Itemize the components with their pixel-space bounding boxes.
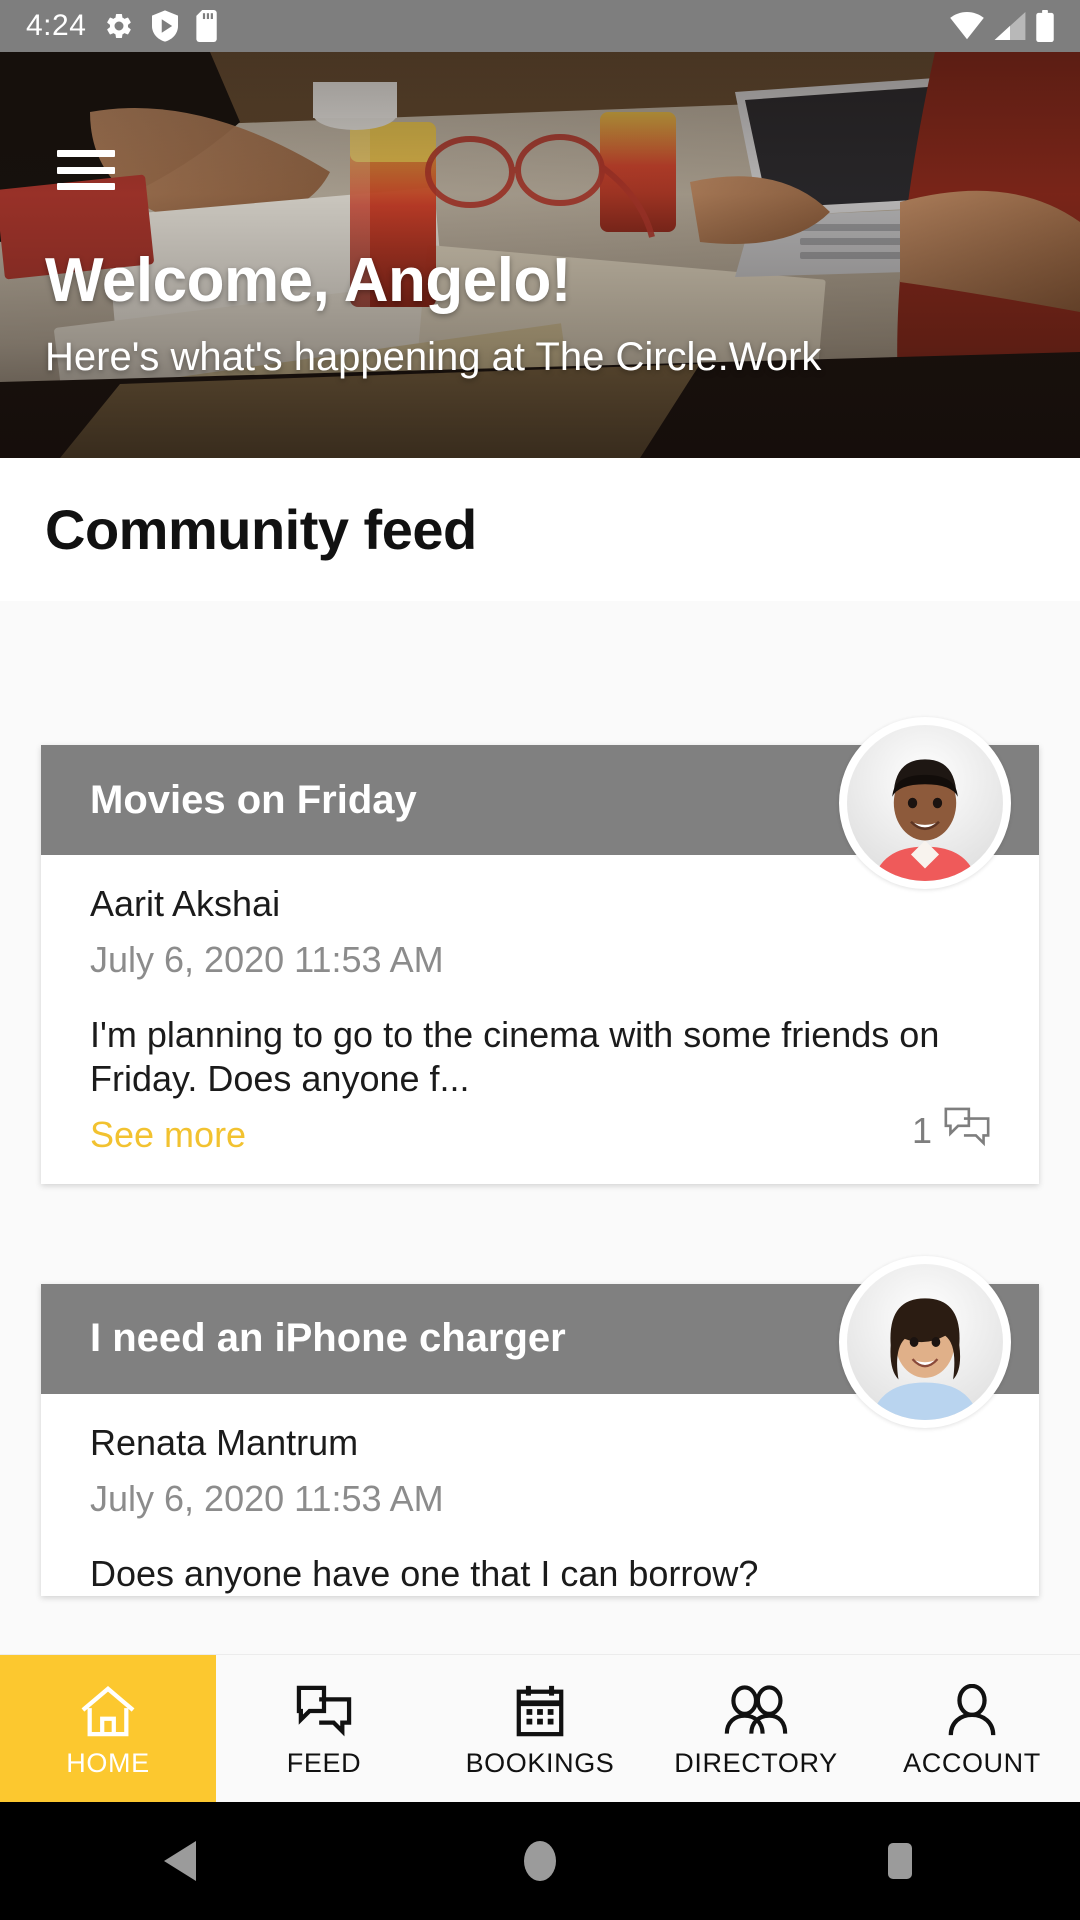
shield-play-icon (152, 10, 179, 42)
status-bar-right (950, 10, 1054, 42)
nav-item-bookings[interactable]: BOOKINGS (432, 1655, 648, 1802)
nav-item-feed[interactable]: FEED (216, 1655, 432, 1802)
post-body: Renata Mantrum July 6, 2020 11:53 AM Doe… (41, 1394, 1039, 1596)
people-icon (724, 1678, 788, 1738)
feed-scroll-area[interactable]: Movies on Friday Aarit Akshai July 6, 20… (0, 601, 1080, 1654)
avatar-aarit-akshai[interactable] (839, 717, 1011, 889)
post-title: I need an iPhone charger (90, 1316, 566, 1361)
home-circle-icon[interactable] (480, 1802, 600, 1920)
comment-count: 1 (911, 1110, 932, 1152)
post-timestamp: July 6, 2020 11:53 AM (90, 939, 444, 980)
home-icon (79, 1678, 137, 1738)
nav-label-home: HOME (66, 1748, 150, 1778)
person-icon (946, 1678, 998, 1738)
nav-label-account: ACCOUNT (903, 1748, 1041, 1778)
back-triangle-icon[interactable] (120, 1802, 240, 1920)
cellular-signal-icon (994, 12, 1026, 40)
post-text: Does anyone have one that I can borrow? (90, 1552, 759, 1594)
recents-square-icon[interactable] (840, 1802, 960, 1920)
status-bar: 4:24 (0, 0, 1080, 52)
welcome-title: Welcome, Angelo! (45, 246, 571, 315)
community-feed-header: Community feed (0, 458, 1080, 601)
chat-bubbles-icon (295, 1678, 353, 1738)
welcome-subtitle: Here's what's happening at The Circle.Wo… (45, 335, 822, 379)
post-timestamp: July 6, 2020 11:53 AM (90, 1477, 444, 1519)
hamburger-menu-icon[interactable] (57, 150, 115, 190)
bottom-navigation-bar: HOME FEED BOOKINGS DIRECTORY ACCOUNT (0, 1654, 1080, 1802)
post-body: Aarit Akshai July 6, 2020 11:53 AM I'm p… (41, 855, 1039, 1101)
see-more-link[interactable]: See more (90, 1114, 246, 1156)
sd-card-icon (196, 10, 220, 42)
battery-icon (1036, 10, 1054, 42)
nav-label-bookings: BOOKINGS (465, 1748, 615, 1778)
nav-item-directory[interactable]: DIRECTORY (648, 1655, 864, 1802)
feed-post-card[interactable]: Movies on Friday Aarit Akshai July 6, 20… (41, 717, 1039, 1184)
page-title: Community feed (45, 498, 477, 561)
hero-banner: Welcome, Angelo! Here's what's happening… (0, 52, 1080, 458)
avatar-renata-mantrum[interactable] (839, 1255, 1011, 1428)
post-text: I'm planning to go to the cinema with so… (90, 1014, 940, 1099)
android-system-navigation (0, 1802, 1080, 1920)
gear-icon (104, 11, 134, 41)
app-root: 4:24 Welcome, Angelo! Here's what's happ… (0, 0, 1080, 1920)
post-footer: See more 1 (41, 1101, 1039, 1184)
status-bar-left: 4:24 (26, 9, 220, 43)
comment-bubbles-icon (944, 1107, 990, 1156)
comment-count-group[interactable]: 1 (912, 1107, 990, 1156)
nav-label-directory: DIRECTORY (674, 1748, 838, 1778)
nav-item-account[interactable]: ACCOUNT (864, 1655, 1080, 1802)
wifi-icon (950, 12, 984, 40)
calendar-icon (513, 1678, 567, 1738)
feed-post-card[interactable]: I need an iPhone charger Renata Mantrum … (41, 1255, 1039, 1596)
status-bar-clock: 4:24 (26, 9, 87, 42)
nav-label-feed: FEED (286, 1748, 362, 1778)
nav-item-home[interactable]: HOME (0, 1655, 216, 1802)
post-author: Aarit Akshai (90, 883, 281, 924)
post-title: Movies on Friday (90, 777, 417, 822)
post-author: Renata Mantrum (90, 1421, 359, 1463)
